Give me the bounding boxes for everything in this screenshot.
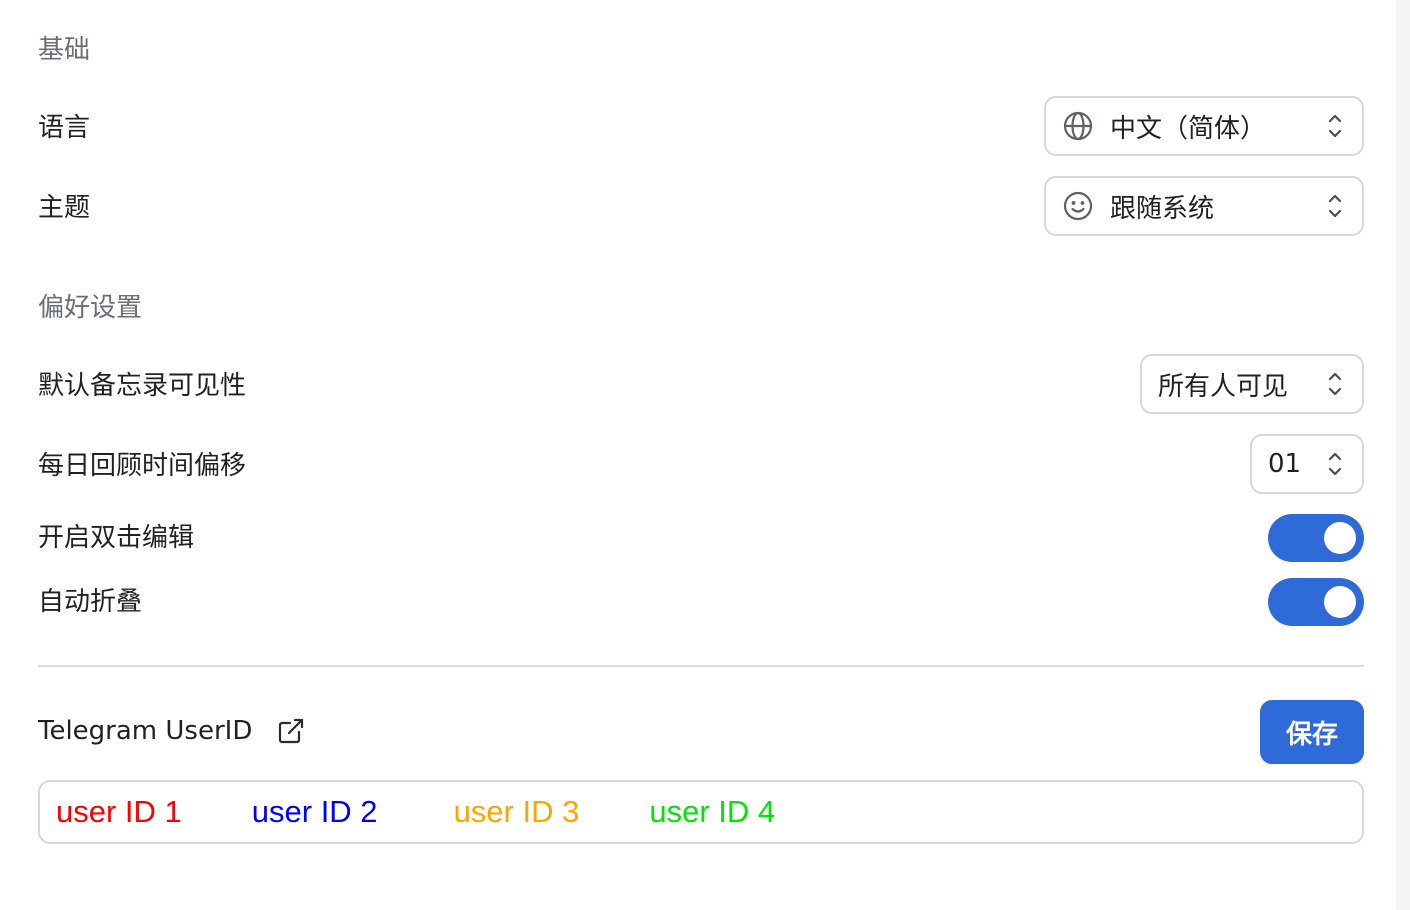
double-click-edit-label: 开启双击编辑	[38, 523, 195, 553]
chevron-up-down-icon	[1326, 447, 1344, 481]
theme-value: 跟随系统	[1110, 193, 1215, 224]
toggle-knob	[1324, 522, 1356, 554]
language-label: 语言	[38, 113, 91, 143]
user-id-3: user ID 3	[453, 794, 580, 829]
save-button[interactable]: 保存	[1260, 700, 1364, 764]
scrollbar-track[interactable]	[1396, 0, 1410, 910]
external-link-icon[interactable]	[276, 716, 306, 746]
auto-collapse-toggle[interactable]	[1268, 578, 1364, 626]
chevron-up-down-icon	[1326, 367, 1344, 401]
telegram-userid-input[interactable]: user ID 1 user ID 2 user ID 3 user ID 4	[38, 780, 1364, 844]
language-select[interactable]: 中文（简体）	[1044, 96, 1364, 156]
memo-visibility-select[interactable]: 所有人可见	[1140, 354, 1364, 414]
globe-icon	[1062, 110, 1094, 142]
daily-review-offset-label: 每日回顾时间偏移	[38, 451, 247, 481]
divider	[38, 665, 1364, 667]
toggle-knob	[1324, 586, 1356, 618]
smiley-icon	[1062, 190, 1094, 222]
memo-visibility-value: 所有人可见	[1158, 371, 1289, 402]
user-id-4: user ID 4	[649, 794, 776, 829]
user-id-1: user ID 1	[56, 794, 182, 829]
theme-label: 主题	[38, 193, 91, 223]
language-value: 中文（简体）	[1110, 113, 1267, 144]
theme-select[interactable]: 跟随系统	[1044, 176, 1364, 236]
double-click-edit-toggle[interactable]	[1268, 514, 1364, 562]
auto-collapse-label: 自动折叠	[38, 587, 143, 617]
memo-visibility-label: 默认备忘录可见性	[38, 371, 247, 401]
section-title-preferences: 偏好设置	[38, 293, 143, 323]
settings-page: 基础 语言 中文（简体） 主题 跟随系统 偏好设置 默认备忘录可见性 所有人可见…	[0, 0, 1396, 910]
telegram-row: Telegram UserID	[38, 714, 306, 748]
chevron-up-down-icon	[1326, 189, 1344, 223]
telegram-userid-label: Telegram UserID	[38, 716, 253, 746]
daily-review-offset-value: 01	[1268, 449, 1302, 479]
daily-review-offset-select[interactable]: 01	[1250, 434, 1364, 494]
chevron-up-down-icon	[1326, 109, 1344, 143]
user-id-2: user ID 2	[251, 794, 378, 829]
section-title-basic: 基础	[38, 35, 91, 65]
